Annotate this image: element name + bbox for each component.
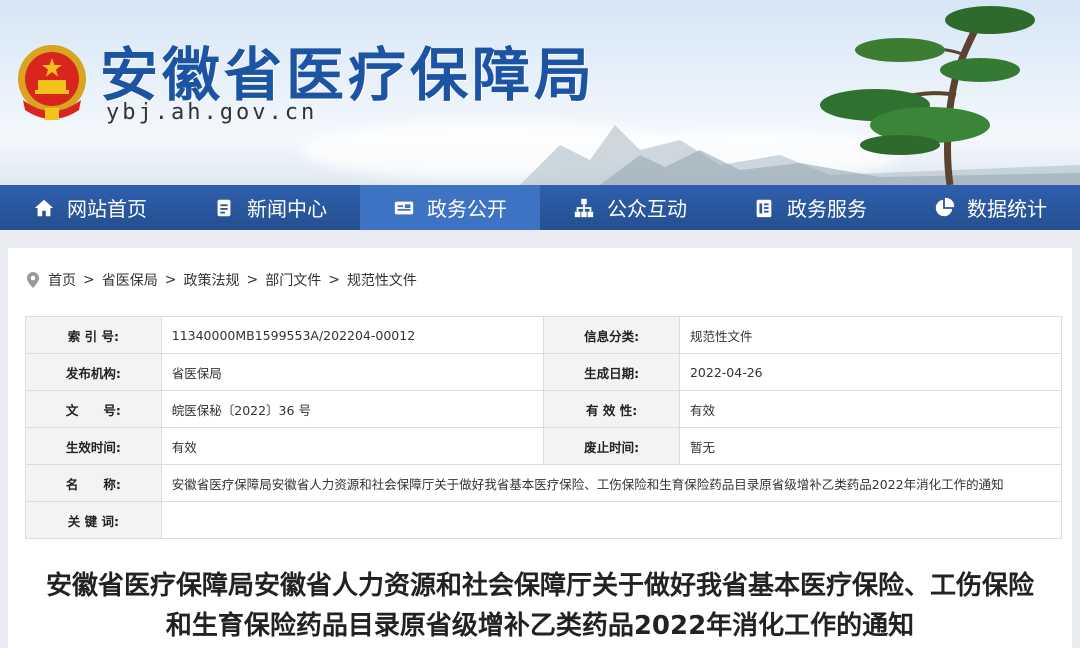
table-row: 生效时间: 有效 废止时间: 暂无 <box>25 427 1063 465</box>
effective-time-value: 有效 <box>160 427 545 465</box>
publisher-value: 省医保局 <box>160 353 545 391</box>
doc-number-value: 皖医保秘〔2022〕36 号 <box>160 390 545 428</box>
publisher-label: 发布机构: <box>25 353 162 391</box>
index-value: 11340000MB1599553A/202204-00012 <box>160 316 545 354</box>
index-label: 索 引 号: <box>25 316 162 354</box>
expiry-time-value: 暂无 <box>678 427 1063 465</box>
main-content: 首页 > 省医保局 > 政策法规 > 部门文件 > 规范性文件 索 引 号: 1… <box>8 248 1072 648</box>
main-nav: 网站首页 新闻中心 政务公开 公众互动 政务服务 数据统计 <box>0 185 1080 230</box>
breadcrumb-link-normative-docs[interactable]: 规范性文件 <box>347 270 417 290</box>
national-emblem-icon <box>18 45 86 120</box>
pine-tree-illustration <box>820 6 1035 185</box>
name-label: 名 称: <box>25 464 162 502</box>
breadcrumb: 首页 > 省医保局 > 政策法规 > 部门文件 > 规范性文件 <box>26 270 417 290</box>
nav-item-label: 政务服务 <box>787 197 867 221</box>
nav-item-label: 公众互动 <box>607 197 687 221</box>
keywords-value <box>160 501 1063 539</box>
nav-item-statistics[interactable]: 数据统计 <box>900 185 1080 230</box>
home-icon <box>34 199 54 216</box>
breadcrumb-separator: > <box>246 272 259 288</box>
category-value: 规范性文件 <box>678 316 1063 354</box>
table-row: 名 称: 安徽省医疗保障局安徽省人力资源和社会保障厅关于做好我省基本医疗保险、工… <box>25 464 1063 502</box>
nav-item-news[interactable]: 新闻中心 <box>180 185 360 230</box>
table-row: 发布机构: 省医保局 生成日期: 2022-04-26 <box>25 353 1063 391</box>
breadcrumb-separator: > <box>164 272 177 288</box>
document-title: 安徽省医疗保障局安徽省人力资源和社会保障厅关于做好我省基本医疗保险、工伤保险和生… <box>45 571 1034 641</box>
keywords-label: 关 键 词: <box>25 501 162 539</box>
table-row: 文 号: 皖医保秘〔2022〕36 号 有 效 性: 有效 <box>25 390 1063 428</box>
breadcrumb-separator: > <box>328 272 340 288</box>
site-banner: 安徽省医疗保障局 ybj.ah.gov.cn <box>0 0 1080 185</box>
effective-time-label: 生效时间: <box>25 427 162 465</box>
category-label: 信息分类: <box>543 316 680 354</box>
table-row: 索 引 号: 11340000MB1599553A/202204-00012 信… <box>25 316 1063 354</box>
nav-item-gov-affairs[interactable]: 政务公开 <box>360 185 540 230</box>
validity-label: 有 效 性: <box>543 390 680 428</box>
breadcrumb-link-home[interactable]: 首页 <box>48 270 76 290</box>
validity-value: 有效 <box>678 390 1063 428</box>
table-row: 关 键 词: <box>25 501 1063 539</box>
breadcrumb-link-policies[interactable]: 政策法规 <box>183 270 239 290</box>
nav-item-label: 网站首页 <box>67 197 147 221</box>
breadcrumb-link-dept-docs[interactable]: 部门文件 <box>265 270 321 290</box>
nav-item-services[interactable]: 政务服务 <box>720 185 900 230</box>
date-value: 2022-04-26 <box>678 353 1063 391</box>
id-card-icon <box>394 201 414 214</box>
name-value: 安徽省医疗保障局安徽省人力资源和社会保障厅关于做好我省基本医疗保险、工伤保险和生… <box>160 464 1063 502</box>
site-domain: ybj.ah.gov.cn <box>106 100 318 125</box>
document-meta-table: 索 引 号: 11340000MB1599553A/202204-00012 信… <box>25 316 1063 539</box>
nav-item-label: 新闻中心 <box>247 197 327 221</box>
nav-item-home[interactable]: 网站首页 <box>0 185 180 230</box>
breadcrumb-link-bureau[interactable]: 省医保局 <box>102 270 158 290</box>
doc-number-label: 文 号: <box>25 390 162 428</box>
pie-chart-icon <box>935 197 955 216</box>
document-icon <box>217 199 231 216</box>
nav-item-label: 政务公开 <box>427 197 507 221</box>
nav-item-label: 数据统计 <box>967 197 1047 221</box>
network-icon <box>574 198 594 217</box>
expiry-time-label: 废止时间: <box>543 427 680 465</box>
date-label: 生成日期: <box>543 353 680 391</box>
breadcrumb-separator: > <box>83 272 95 288</box>
clipboard-icon <box>756 199 772 217</box>
nav-item-interaction[interactable]: 公众互动 <box>540 185 720 230</box>
location-pin-icon <box>27 272 39 288</box>
